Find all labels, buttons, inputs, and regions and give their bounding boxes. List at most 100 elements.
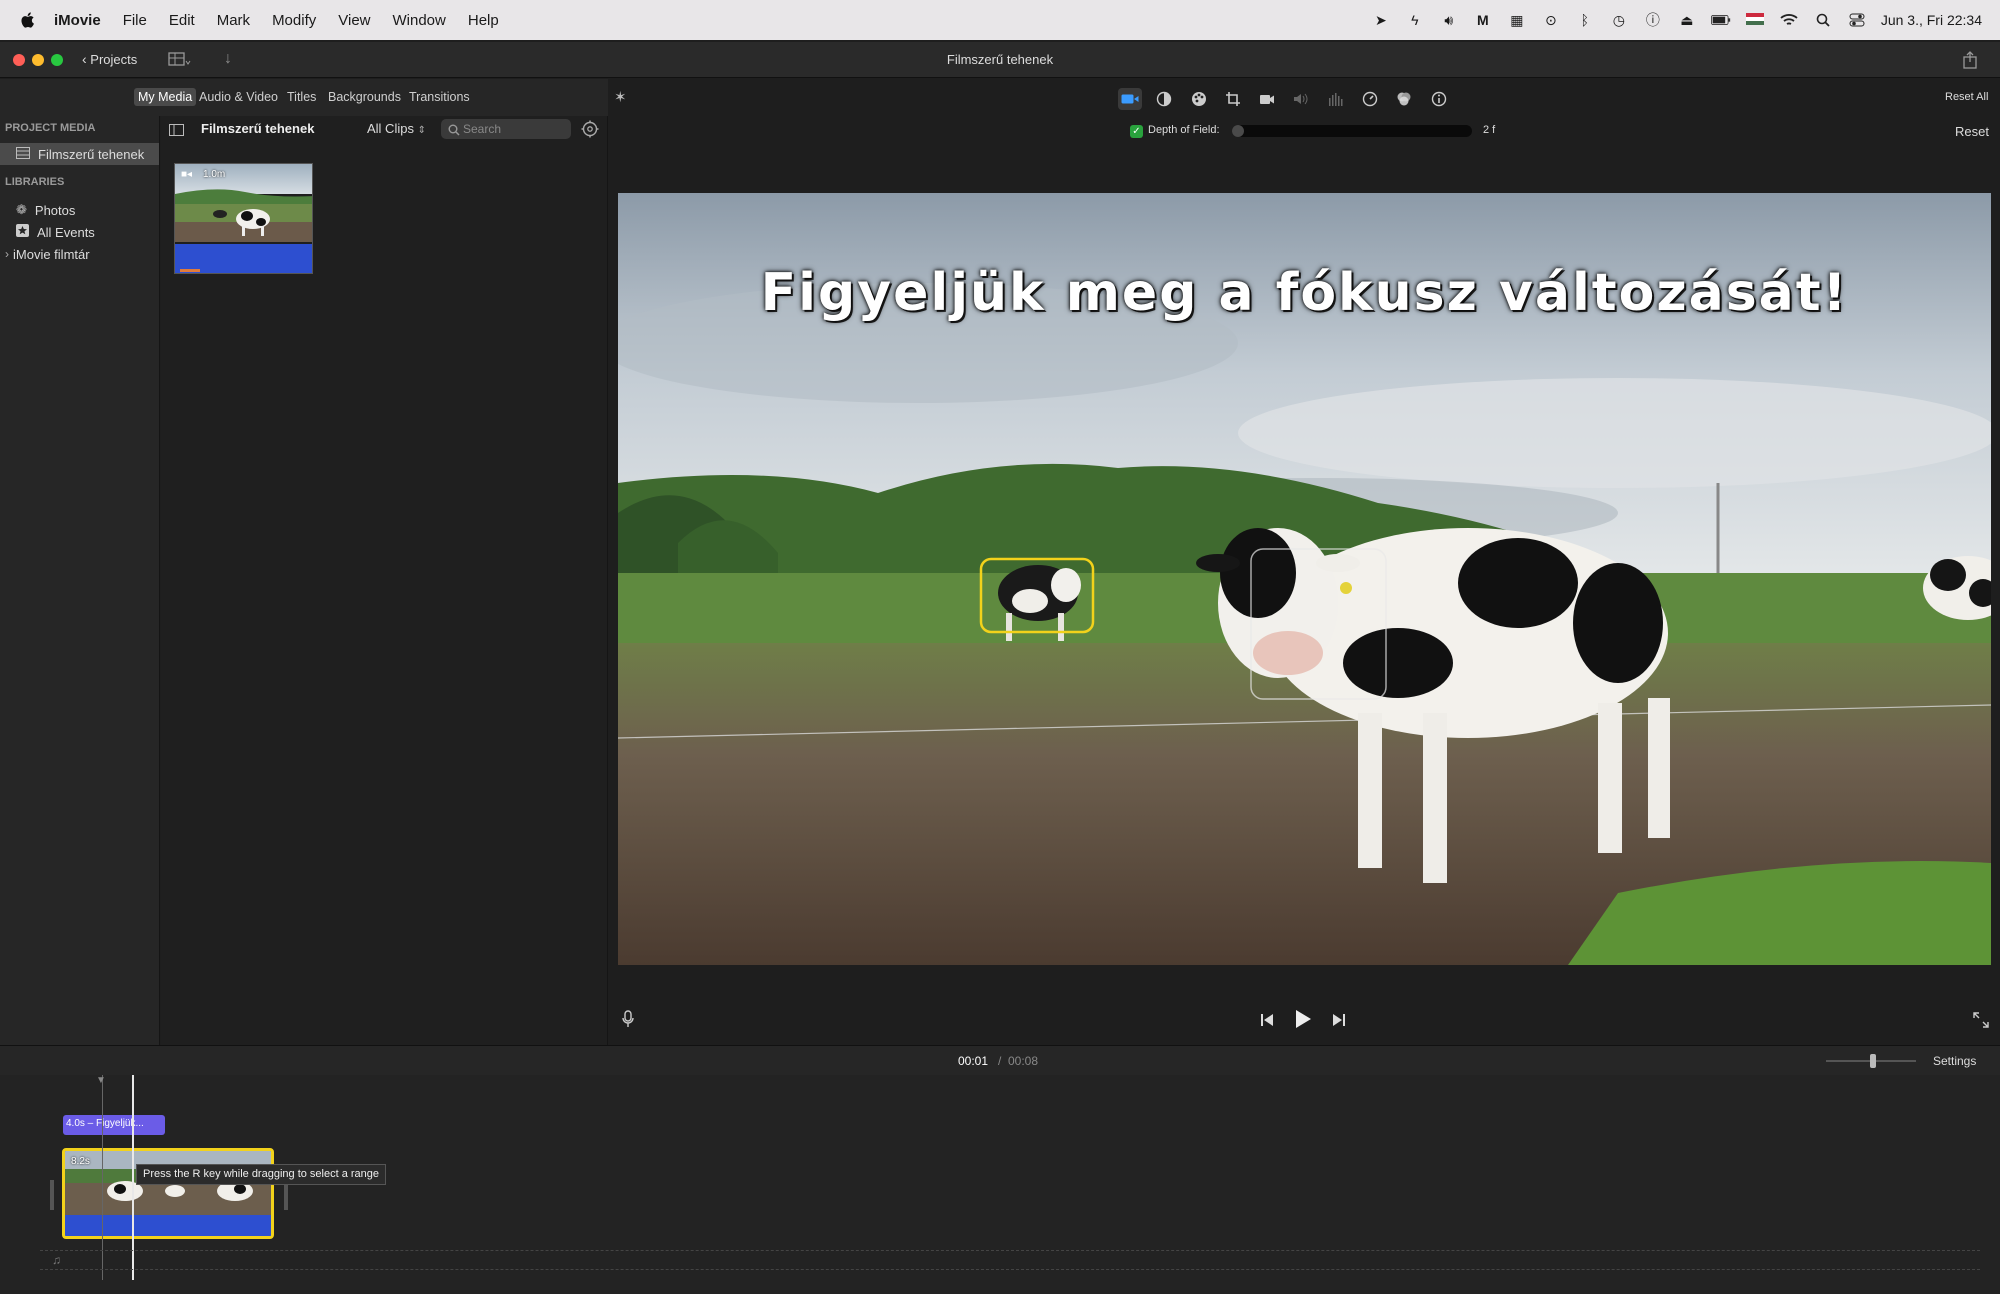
location-icon[interactable]: ➤	[1371, 10, 1391, 30]
color-palette-icon[interactable]	[1187, 88, 1211, 110]
magic-wand-icon[interactable]: ✶	[614, 88, 627, 106]
skip-back-icon[interactable]	[1260, 1013, 1274, 1032]
libraries-header: LIBRARIES	[5, 176, 65, 188]
search-input[interactable]	[441, 119, 571, 139]
close-window-button[interactable]	[13, 54, 25, 66]
timeline-zoom-slider[interactable]	[1826, 1054, 1916, 1068]
apple-logo-icon[interactable]	[18, 11, 36, 29]
info-circle-icon[interactable]: ⓘ	[1643, 10, 1663, 30]
timeline-header: 00:01 / 00:08 Settings	[0, 1045, 2000, 1075]
disclosure-chevron-icon[interactable]: ›	[5, 247, 9, 261]
range-select-tooltip: Press the R key while dragging to select…	[136, 1164, 387, 1185]
tab-backgrounds[interactable]: Backgrounds	[324, 88, 405, 106]
menu-edit[interactable]: Edit	[169, 12, 195, 29]
skip-forward-icon[interactable]	[1332, 1013, 1346, 1032]
skimmer-marker-icon: ▼	[96, 1075, 106, 1086]
menu-view[interactable]: View	[338, 12, 370, 29]
flag-icon[interactable]	[1745, 10, 1765, 30]
tab-my-media[interactable]: My Media	[134, 88, 197, 106]
tab-transitions[interactable]: Transitions	[405, 88, 474, 106]
photos-icon: ❁	[16, 202, 27, 217]
eject-icon[interactable]: ⏏	[1677, 10, 1697, 30]
import-arrow-icon[interactable]: ↓	[224, 50, 232, 68]
video-clip[interactable]: 8.2s	[62, 1148, 274, 1239]
info-icon[interactable]	[1427, 88, 1451, 110]
menu-window[interactable]: Window	[393, 12, 446, 29]
volume-icon[interactable]	[1289, 88, 1313, 110]
window-toolbar: ‹ Projects ↓ Filmszerű tehenek	[0, 42, 2000, 78]
sidebar-item-photos[interactable]: ❁ Photos	[0, 199, 159, 221]
current-time: 00:01	[958, 1054, 989, 1068]
menu-mark[interactable]: Mark	[217, 12, 250, 29]
sidebar-item-all-events[interactable]: All Events	[0, 221, 159, 243]
gear-icon[interactable]	[581, 120, 599, 143]
filter-overlap-icon[interactable]	[1392, 88, 1416, 110]
camera-stabilize-icon[interactable]	[1255, 88, 1279, 110]
timeline-zoom-knob[interactable]	[1870, 1054, 1876, 1068]
video-preview-frame[interactable]: Figyeljük meg a fókusz változását!	[618, 193, 1991, 965]
sidebar-item-project[interactable]: Filmszerű tehenek	[0, 143, 159, 165]
volume-icon[interactable]: 🔊︎	[1439, 10, 1459, 30]
clip-thumbnail-image	[175, 164, 312, 273]
libraries-sidebar: PROJECT MEDIA Filmszerű tehenek LIBRARIE…	[0, 116, 160, 1045]
sidebar-item-library[interactable]: › iMovie filmtár	[0, 243, 159, 265]
menu-bar: iMovie File Edit Mark Modify View Window…	[0, 0, 2000, 40]
depth-of-field-checkbox[interactable]: ✓	[1130, 125, 1143, 138]
stabilization-video-icon[interactable]	[1118, 88, 1142, 110]
reset-button[interactable]: Reset	[1955, 124, 1989, 139]
title-clip[interactable]: 4.0s – Figyeljük...	[63, 1115, 165, 1135]
media-clip-thumbnail[interactable]: ■◂ 1.0m	[174, 163, 313, 274]
menu-app-name[interactable]: iMovie	[54, 12, 101, 29]
updown-chevron-icon: ⇕	[417, 125, 426, 136]
battery-icon[interactable]	[1710, 10, 1731, 30]
video-camera-icon: ■◂	[181, 169, 193, 180]
browser-tabs: My Media Audio & Video Titles Background…	[0, 79, 608, 116]
menu-modify[interactable]: Modify	[272, 12, 316, 29]
sidebar-item-all-events-label: All Events	[37, 224, 95, 240]
timeline-settings-button[interactable]: Settings	[1933, 1054, 1976, 1068]
bolt-icon[interactable]: ϟ	[1405, 10, 1425, 30]
bluetooth-icon[interactable]: ᛒ	[1575, 10, 1595, 30]
sidebar-item-photos-label: Photos	[34, 202, 76, 218]
zoom-window-button[interactable]	[51, 54, 63, 66]
clip-left-handle[interactable]	[50, 1180, 54, 1210]
spotlight-search-icon[interactable]	[1813, 10, 1833, 30]
reset-all-button[interactable]: Reset All	[1945, 91, 1988, 103]
equalizer-icon[interactable]	[1324, 88, 1348, 110]
music-note-icon: ♫	[52, 1253, 61, 1267]
projects-back-button[interactable]: ‹ Projects	[82, 51, 137, 67]
depth-of-field-slider[interactable]	[1232, 125, 1472, 137]
m-logo-icon[interactable]: M	[1473, 10, 1493, 30]
play-circle-icon[interactable]: ⊙	[1541, 10, 1561, 30]
tab-audio-video[interactable]: Audio & Video	[195, 88, 282, 106]
crop-icon[interactable]	[1221, 88, 1245, 110]
sidebar-toggle-icon[interactable]	[169, 123, 184, 141]
keyboard-icon[interactable]: ▦	[1507, 10, 1527, 30]
layout-toggle-icon[interactable]	[168, 51, 192, 74]
minimize-window-button[interactable]	[32, 54, 44, 66]
color-balance-icon[interactable]	[1152, 88, 1176, 110]
time-machine-icon[interactable]: ◷	[1609, 10, 1629, 30]
chevron-left-icon: ‹	[82, 51, 87, 67]
music-well[interactable]: ♫	[40, 1250, 1980, 1270]
status-tray: ➤ ϟ 🔊︎ M ▦ ⊙ ᛒ ◷ ⓘ ⏏ Jun 3., Fri 22:34	[1371, 0, 1982, 40]
clip-filter-select[interactable]: All Clips ⇕	[367, 121, 426, 136]
menu-help[interactable]: Help	[468, 12, 499, 29]
star-box-icon	[16, 224, 29, 240]
control-center-icon[interactable]	[1847, 10, 1867, 30]
speed-gauge-icon[interactable]	[1358, 88, 1382, 110]
project-media-header: PROJECT MEDIA	[5, 122, 96, 134]
search-icon	[448, 123, 460, 141]
wifi-icon[interactable]	[1779, 10, 1799, 30]
menubar-datetime[interactable]: Jun 3., Fri 22:34	[1881, 12, 1982, 28]
depth-of-field-slider-knob[interactable]	[1232, 125, 1244, 137]
fullscreen-expand-icon[interactable]	[1973, 1012, 1989, 1033]
microphone-icon[interactable]	[621, 1010, 635, 1033]
menu-file[interactable]: File	[123, 12, 147, 29]
tab-titles[interactable]: Titles	[283, 88, 320, 106]
sidebar-item-project-label: Filmszerű tehenek	[38, 146, 145, 162]
play-icon[interactable]	[1294, 1009, 1312, 1034]
browser-header: Filmszerű tehenek All Clips ⇕	[161, 116, 608, 142]
clip-filter-label: All Clips	[367, 121, 414, 136]
share-icon[interactable]	[1962, 51, 1978, 74]
